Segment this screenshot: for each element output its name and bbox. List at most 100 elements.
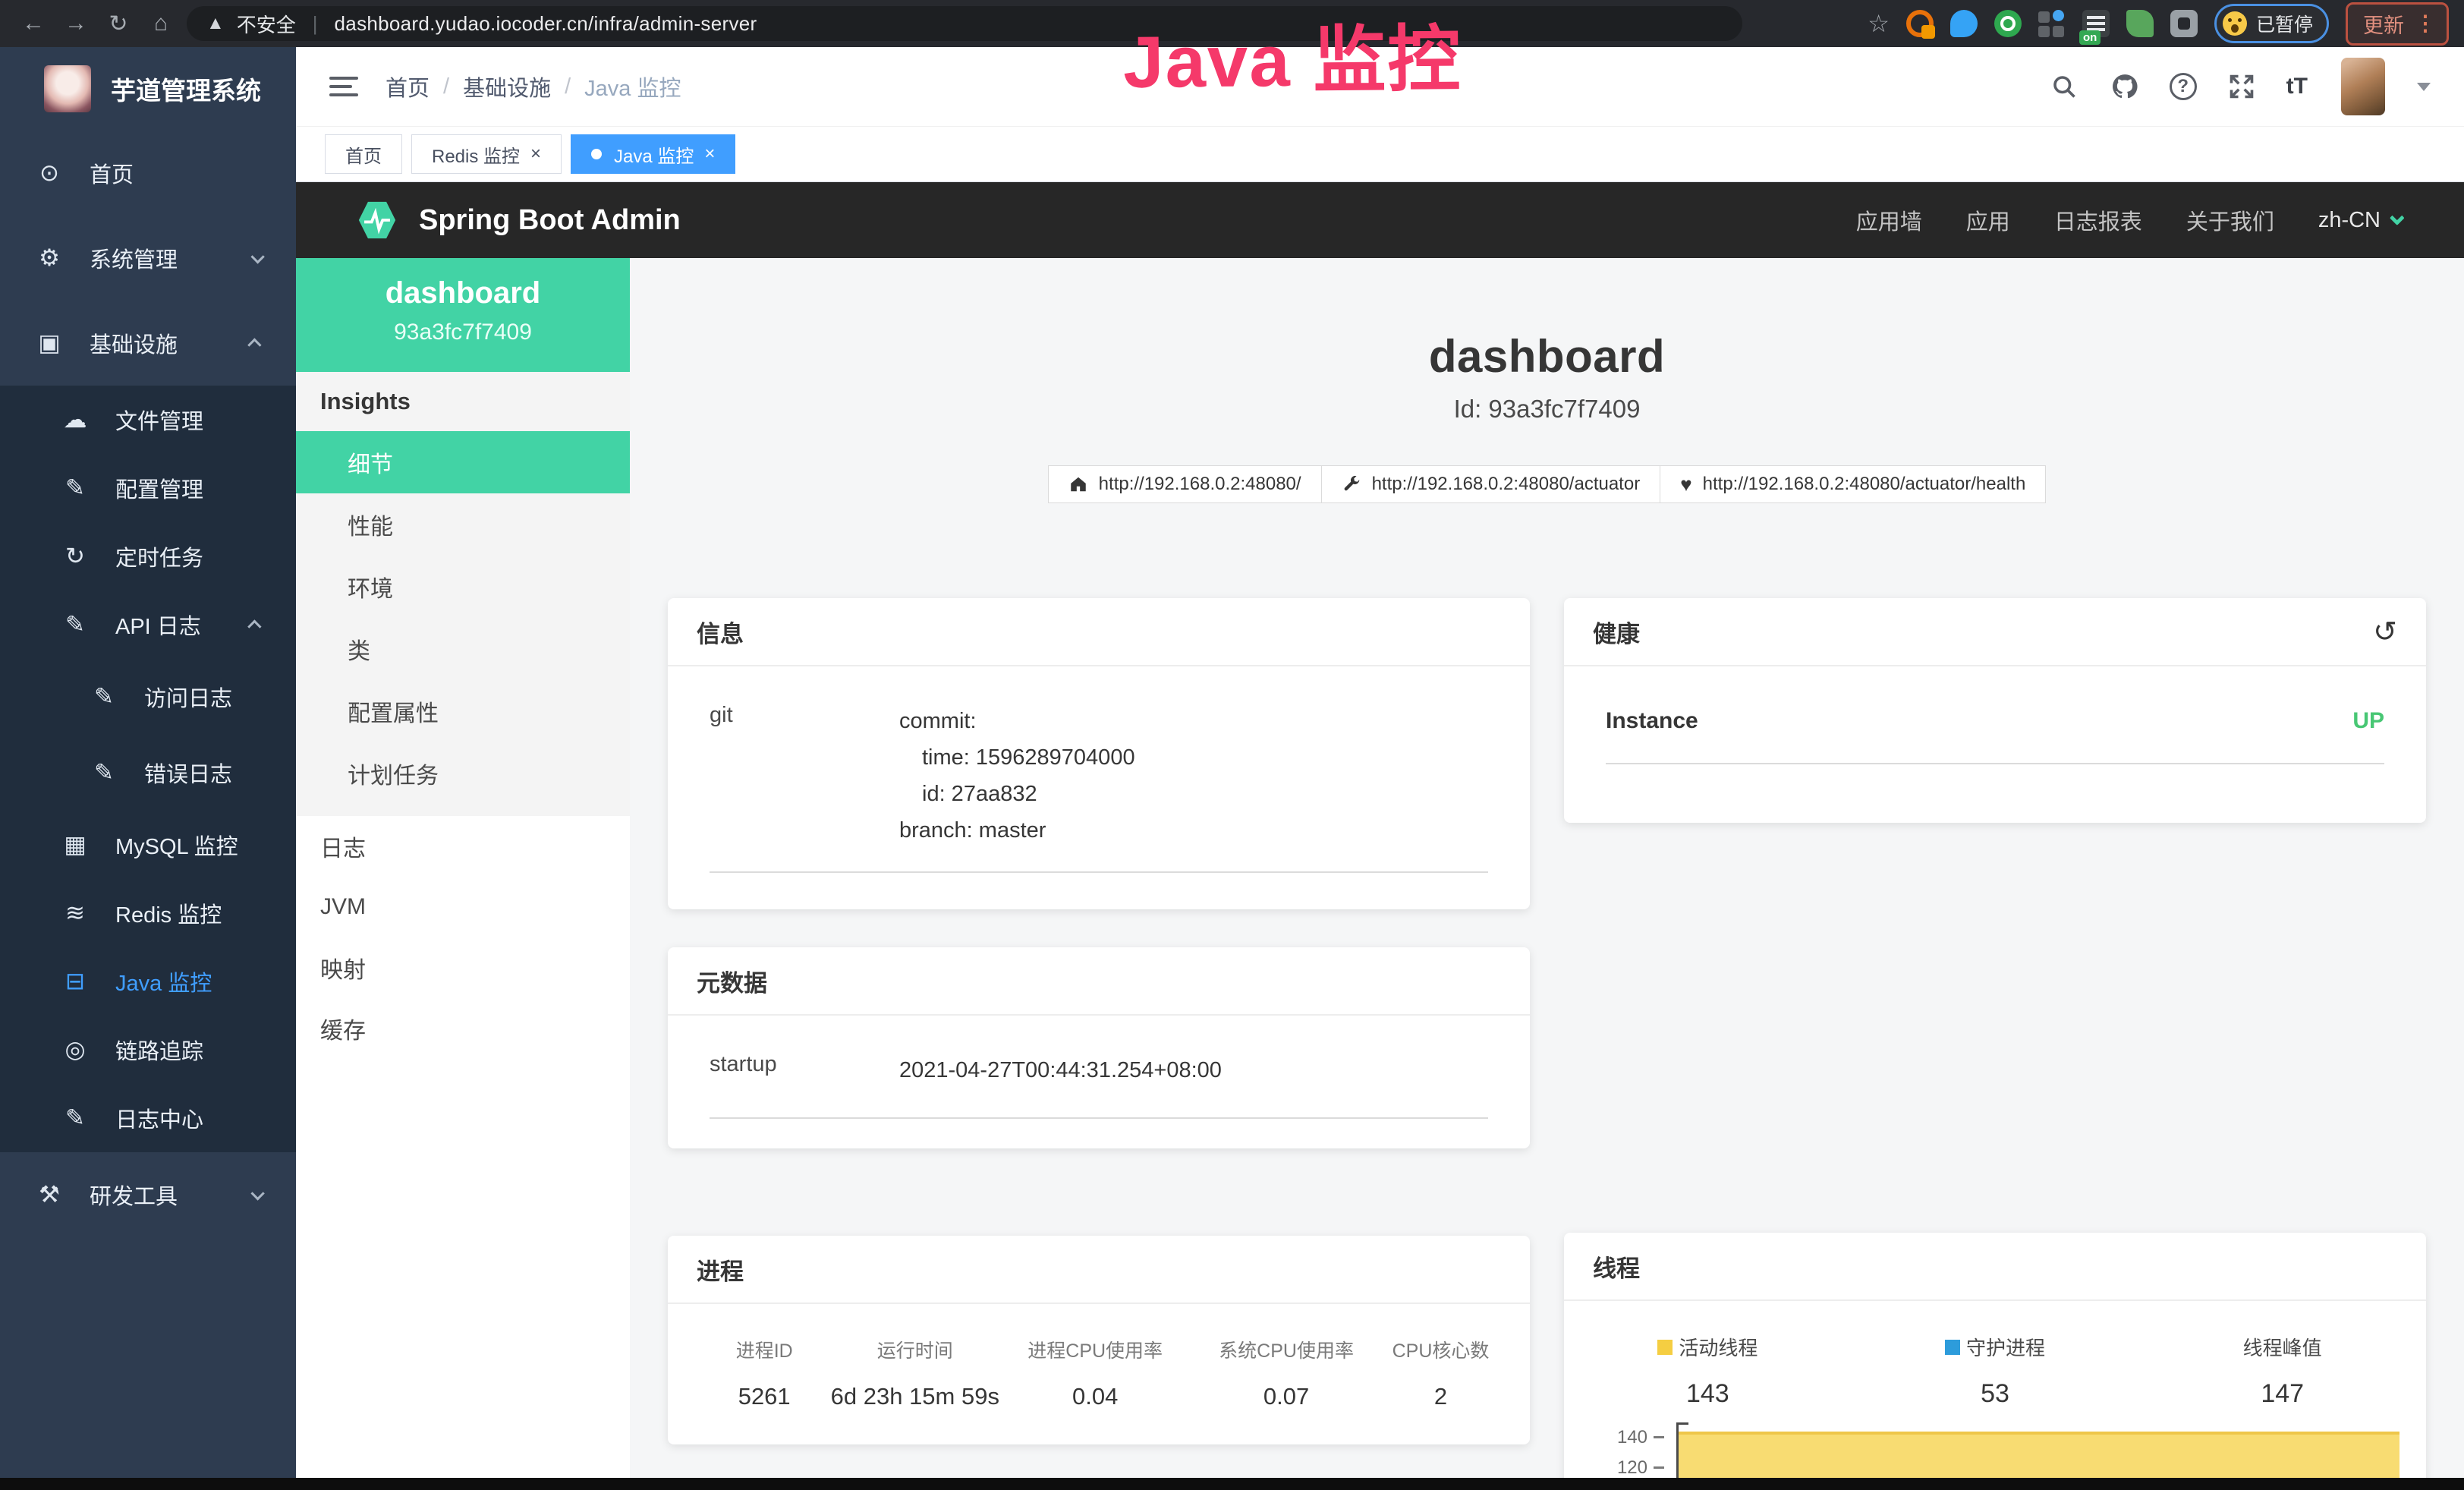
tab-bar: 首页 Redis 监控 × Java 监控 × [296, 127, 2464, 182]
sidebar-item-files[interactable]: ☁ 文件管理 [0, 386, 296, 454]
sidebar-item-home[interactable]: ⊙ 首页 [0, 131, 296, 216]
health-row: Instance UP [1606, 708, 2384, 734]
legend-item-live: 活动线程 143 [1564, 1333, 1852, 1409]
sidebar-submenu: ☁ 文件管理 ✎ 配置管理 ↻ 定时任务 ✎ API 日志 ✎ [0, 386, 296, 1152]
instance-menu-metrics[interactable]: 性能 [296, 493, 630, 556]
search-icon[interactable] [2048, 71, 2080, 102]
sidebar-item-redis[interactable]: ≋ Redis 监控 [0, 879, 296, 947]
breadcrumb-home[interactable]: 首页 [385, 71, 430, 102]
tab-redis-monitor[interactable]: Redis 监控 × [411, 134, 562, 174]
instance-menu-jvm[interactable]: JVM [296, 877, 630, 937]
sidebar-item-label: 系统管理 [90, 242, 178, 274]
instance-id-line: Id: 93a3fc7f7409 [668, 395, 2426, 424]
sidebar-item-java-monitor[interactable]: ⊟ Java 监控 [0, 947, 296, 1016]
update-button[interactable]: 更新 ⋮ [2346, 2, 2449, 46]
service-url-button[interactable]: http://192.168.0.2:48080/ [1048, 465, 1322, 503]
font-size-icon[interactable]: tT [2286, 74, 2308, 99]
peak-threads-value: 147 [2138, 1379, 2426, 1409]
sidebar-item-mysql[interactable]: ▦ MySQL 监控 [0, 811, 296, 879]
health-url-button[interactable]: ♥ http://192.168.0.2:48080/actuator/heal… [1660, 465, 2046, 503]
reload-icon[interactable]: ↻ [100, 5, 137, 42]
hamburger-icon[interactable] [329, 75, 358, 98]
close-icon[interactable]: × [704, 145, 715, 163]
extension-grid-icon[interactable] [2038, 10, 2066, 37]
extension-leaf-icon[interactable] [2126, 10, 2154, 37]
sidebar-item-access-log[interactable]: ✎ 访问日志 [0, 659, 296, 735]
home-icon[interactable]: ⌂ [143, 5, 179, 42]
extensions-puzzle-icon[interactable] [2170, 10, 2198, 37]
sidebar-item-label: 错误日志 [144, 757, 232, 789]
insights-section-title: Insights [296, 372, 630, 431]
process-cpu: 0.04 [999, 1383, 1191, 1410]
instance-content: dashboard Id: 93a3fc7f7409 http://192.16… [630, 258, 2464, 1490]
monitor-icon: ▣ [32, 329, 67, 357]
screen: ← → ↻ ⌂ ▲ 不安全 | dashboard.yudao.iocoder.… [0, 0, 2464, 1490]
history-icon[interactable]: ↺ [2373, 615, 2397, 649]
sidebar-item-system[interactable]: ⚙ 系统管理 [0, 216, 296, 301]
back-icon[interactable]: ← [15, 5, 52, 42]
info-line: commit: [899, 703, 1135, 739]
instance-menu-caches[interactable]: 缓存 [296, 998, 630, 1059]
avatar-caret-icon[interactable] [2417, 83, 2431, 91]
help-icon[interactable]: ? [2170, 73, 2197, 100]
browser-menu-icon[interactable]: ⋮ [2415, 17, 2436, 29]
breadcrumb-infra[interactable]: 基础设施 [463, 71, 551, 102]
spring-boot-admin-logo-icon[interactable] [355, 198, 399, 242]
sidebar-item-error-log[interactable]: ✎ 错误日志 [0, 735, 296, 811]
sidebar-item-dev-tools[interactable]: ⚒ 研发工具 [0, 1152, 296, 1237]
actuator-url-button[interactable]: http://192.168.0.2:48080/actuator [1321, 465, 1661, 503]
fullscreen-icon[interactable] [2226, 71, 2258, 102]
url-text: dashboard.yudao.iocoder.cn/infra/admin-s… [335, 12, 757, 36]
sidebar-item-config[interactable]: ✎ 配置管理 [0, 454, 296, 522]
sidebar-item-infra[interactable]: ▣ 基础设施 [0, 301, 296, 386]
sba-nav-applications[interactable]: 应用 [1966, 204, 2010, 236]
health-key: Instance [1606, 708, 1698, 734]
card-body: git commit: time: 1596289704000 id: 27aa… [668, 666, 1530, 873]
menu-label: 类 [348, 632, 370, 666]
sidebar-item-log-center[interactable]: ✎ 日志中心 [0, 1084, 296, 1152]
sba-nav-wallboard[interactable]: 应用墙 [1856, 204, 1922, 236]
instance-menu-config-props[interactable]: 配置属性 [296, 680, 630, 742]
card-header: 元数据 [668, 947, 1530, 1016]
sidebar-item-jobs[interactable]: ↻ 定时任务 [0, 522, 296, 591]
extension-ring-icon[interactable] [1906, 10, 1934, 37]
sba-nav-journal[interactable]: 日志报表 [2054, 204, 2142, 236]
github-icon[interactable] [2109, 71, 2141, 102]
actuator-url: http://192.168.0.2:48080/actuator [1372, 474, 1641, 495]
bookmark-star-icon[interactable]: ☆ [1868, 9, 1890, 38]
close-icon[interactable]: × [530, 145, 541, 163]
sidebar-item-tracing[interactable]: ◎ 链路追踪 [0, 1016, 296, 1084]
tab-java-monitor[interactable]: Java 监控 × [571, 134, 735, 174]
user-avatar[interactable] [2341, 58, 2385, 115]
insights-group: Insights 细节 性能 环境 类 [296, 372, 630, 816]
sba-nav: 应用墙 应用 日志报表 关于我们 zh-CN [1856, 204, 2400, 236]
app-window: 芋道管理系统 ⊙ 首页 ⚙ 系统管理 ▣ 基础设施 ☁ 文件管理 [0, 47, 2464, 1490]
emoji-face-icon [2223, 11, 2247, 36]
extension-tabs-icon[interactable]: on [2082, 10, 2110, 37]
menu-label: JVM [320, 894, 366, 920]
metadata-row: startup 2021-04-27T00:44:31.254+08:00 [710, 1052, 1488, 1088]
instance-menu-mappings[interactable]: 映射 [296, 937, 630, 998]
card-body: Instance UP [1564, 666, 2426, 764]
instance-menu-scheduled-tasks[interactable]: 计划任务 [296, 742, 630, 805]
tab-home[interactable]: 首页 [325, 134, 402, 174]
metadata-value: 2021-04-27T00:44:31.254+08:00 [899, 1052, 1222, 1088]
instance-menu-logs[interactable]: 日志 [296, 816, 630, 877]
extension-drop-icon[interactable] [1950, 10, 1978, 37]
forward-icon[interactable]: → [58, 5, 94, 42]
sba-nav-about[interactable]: 关于我们 [2186, 204, 2274, 236]
gear-icon: ⚙ [32, 244, 67, 272]
paused-badge[interactable]: 已暂停 [2214, 4, 2329, 43]
instance-menu-environment[interactable]: 环境 [296, 556, 630, 618]
health-card: 健康 ↺ Instance UP [1564, 598, 2426, 823]
sidebar-item-api-log[interactable]: ✎ API 日志 [0, 591, 296, 659]
instance-menu-details[interactable]: 细节 [296, 431, 630, 493]
language-selector[interactable]: zh-CN [2318, 208, 2400, 233]
instance-id: 93a3fc7f7409 [296, 320, 630, 345]
process-column-header: 进程CPU使用率 [999, 1336, 1191, 1363]
instance-menu-classes[interactable]: 类 [296, 618, 630, 680]
chevron-down-icon [2390, 210, 2405, 225]
address-bar[interactable]: ▲ 不安全 | dashboard.yudao.iocoder.cn/infra… [187, 6, 1742, 41]
sba-brand-title[interactable]: Spring Boot Admin [419, 204, 681, 237]
extension-yuque-icon[interactable] [1994, 10, 2022, 37]
